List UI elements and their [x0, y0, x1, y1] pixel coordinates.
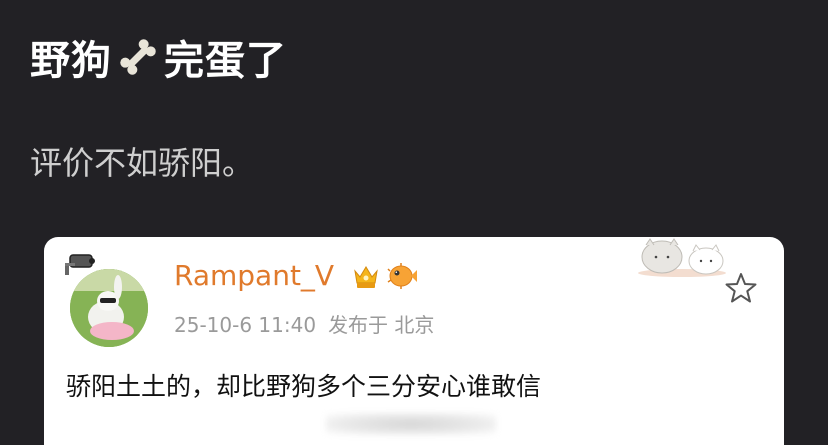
comment-location: 发布于 北京: [328, 313, 435, 337]
pufferfish-badge-icon: [386, 261, 418, 291]
comment-meta: 25-10-6 11:40 发布于 北京: [174, 309, 434, 338]
comment-username[interactable]: Rampant_V: [174, 259, 334, 292]
post-body: 评价不如骄阳。: [30, 144, 255, 182]
title-text-2: 完蛋了: [164, 38, 287, 84]
crown-badge-icon: [351, 261, 381, 291]
post-title: 野狗 完蛋了: [30, 28, 287, 86]
avatar[interactable]: [70, 269, 148, 347]
camera-decoration-icon: [62, 249, 100, 277]
blurred-watermark: [326, 413, 496, 435]
avatar-container[interactable]: [56, 243, 156, 347]
comment-text: 骄阳土土的，却比野狗多个三分安心谁敢信: [66, 372, 542, 401]
cat-sticker-decoration: [636, 237, 730, 277]
bone-icon: [116, 35, 160, 79]
title-text-1: 野狗: [30, 38, 112, 84]
comment-timestamp: 25-10-6 11:40: [174, 313, 317, 337]
comment-card[interactable]: Rampant_V 25-10-6 11:40 发布于 北京 骄阳土土的，却比野…: [44, 237, 784, 445]
star-icon[interactable]: [724, 271, 758, 305]
